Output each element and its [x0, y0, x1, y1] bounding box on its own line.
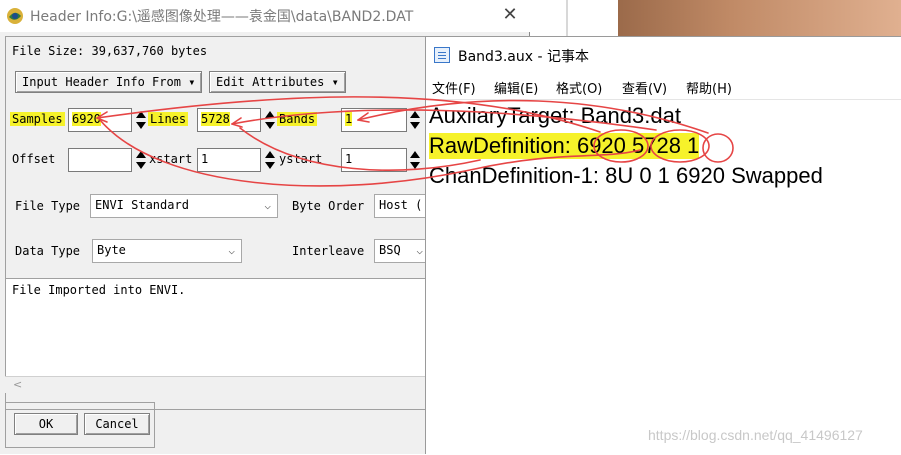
bands-value: 1 — [345, 112, 353, 126]
close-icon[interactable]: ✕ — [497, 4, 523, 28]
text-line-chan-definition: ChanDefinition-1: 8U 0 1 6920 Swapped — [429, 163, 823, 188]
scroll-left-icon[interactable]: < — [13, 378, 22, 391]
samples-value: 6920 — [72, 112, 101, 126]
dropdown-arrow-icon: ▾ — [331, 75, 339, 89]
decrement-arrow-icon[interactable] — [410, 122, 420, 129]
watermark: https://blog.csdn.net/qq_41496127 — [648, 427, 863, 443]
menu-view[interactable]: 查看(V) — [622, 78, 667, 97]
cancel-button[interactable]: Cancel — [84, 413, 150, 435]
notepad-menubar: 文件(F) 编辑(E) 格式(O) 查看(V) 帮助(H) — [426, 75, 901, 99]
interleave-value: BSQ — [379, 243, 401, 257]
byte-order-label: Byte Order — [292, 199, 365, 213]
samples-field[interactable]: 6920 — [68, 108, 132, 132]
bands-label: Bands — [277, 112, 318, 126]
file-type-select[interactable]: ENVI Standard ⌵ — [90, 194, 278, 218]
notepad-window-title: Band3.aux - 记事本 — [458, 49, 589, 65]
increment-arrow-icon[interactable] — [410, 111, 420, 118]
lines-stepper[interactable] — [263, 108, 277, 132]
offset-field[interactable] — [68, 148, 132, 172]
ok-button[interactable]: OK — [14, 413, 78, 435]
decrement-arrow-icon[interactable] — [136, 122, 146, 129]
edit-attributes-label: Edit Attributes — [216, 75, 325, 89]
decrement-arrow-icon[interactable] — [410, 162, 420, 169]
notepad-window: Band3.aux - 记事本 文件(F) 编辑(E) 格式(O) 查看(V) … — [425, 36, 901, 454]
data-type-label: Data Type — [15, 244, 81, 258]
interleave-select[interactable]: BSQ ⌵ — [374, 239, 430, 263]
xstart-label: xstart — [149, 152, 193, 166]
decrement-arrow-icon[interactable] — [136, 162, 146, 169]
chevron-down-icon: ⌵ — [264, 199, 271, 212]
menu-help[interactable]: 帮助(H) — [686, 78, 732, 97]
input-header-info-button[interactable]: Input Header Info From ▾ — [15, 71, 203, 93]
offset-stepper[interactable] — [134, 148, 148, 172]
envi-titlebar: Header Info:G:\遥感图像处理——袁金国\data\BAND2.DA… — [0, 0, 530, 32]
ystart-label: ystart — [279, 152, 323, 166]
interleave-label: Interleave — [292, 244, 365, 258]
lines-label: Lines — [148, 112, 189, 126]
envi-window-title: Header Info:G:\遥感图像处理——袁金国\data\BAND2.DA… — [30, 9, 414, 25]
input-header-info-label: Input Header Info From — [22, 75, 181, 89]
file-type-label: File Type — [15, 199, 81, 213]
ystart-field[interactable]: 1 — [341, 148, 407, 172]
file-type-value: ENVI Standard — [95, 198, 189, 212]
ok-label: OK — [38, 417, 54, 431]
lines-value: 5728 — [201, 112, 230, 126]
increment-arrow-icon[interactable] — [410, 151, 420, 158]
text-line-auxilary-target: AuxilaryTarget: Band3.dat — [429, 103, 681, 128]
samples-stepper[interactable] — [134, 108, 148, 132]
increment-arrow-icon[interactable] — [136, 151, 146, 158]
data-type-select[interactable]: Byte ⌵ — [92, 239, 242, 263]
decrement-arrow-icon[interactable] — [265, 162, 275, 169]
horizontal-scrollbar[interactable]: < — [5, 376, 430, 393]
envi-app-icon — [7, 8, 23, 24]
cancel-label: Cancel — [95, 417, 139, 431]
xstart-value: 1 — [201, 152, 209, 166]
background-photo — [618, 0, 901, 36]
decrement-arrow-icon[interactable] — [265, 122, 275, 129]
ystart-stepper[interactable] — [408, 148, 422, 172]
menu-file[interactable]: 文件(F) — [432, 78, 476, 97]
increment-arrow-icon[interactable] — [265, 151, 275, 158]
bands-field[interactable]: 1 — [341, 108, 407, 132]
edit-attributes-button[interactable]: Edit Attributes ▾ — [209, 71, 346, 93]
offset-label: Offset — [12, 152, 56, 166]
byte-order-select[interactable]: Host ( — [374, 194, 430, 218]
notepad-icon — [434, 47, 450, 63]
byte-order-value: Host ( — [379, 198, 423, 212]
dialog-button-bar: OK Cancel — [5, 402, 155, 448]
chevron-down-icon: ⌵ — [416, 244, 423, 257]
description-text: File Imported into ENVI. — [12, 283, 186, 297]
menu-format[interactable]: 格式(O) — [556, 78, 602, 97]
bands-stepper[interactable] — [408, 108, 422, 132]
data-type-value: Byte — [97, 243, 126, 257]
xstart-field[interactable]: 1 — [197, 148, 261, 172]
menu-edit[interactable]: 编辑(E) — [494, 78, 538, 97]
xstart-stepper[interactable] — [263, 148, 277, 172]
samples-label: Samples — [10, 112, 65, 126]
increment-arrow-icon[interactable] — [265, 111, 275, 118]
notepad-text-area[interactable]: AuxilaryTarget: Band3.dat RawDefinition:… — [426, 99, 901, 455]
ystart-value: 1 — [345, 152, 353, 166]
lines-field[interactable]: 5728 — [197, 108, 261, 132]
increment-arrow-icon[interactable] — [136, 111, 146, 118]
notepad-titlebar: Band3.aux - 记事本 — [426, 37, 901, 73]
chevron-down-icon: ⌵ — [228, 244, 235, 257]
file-size-text: File Size: 39,637,760 bytes — [12, 44, 208, 58]
text-line-raw-definition: RawDefinition: 6920 5728 1 — [429, 133, 700, 159]
dropdown-arrow-icon: ▾ — [188, 75, 196, 89]
